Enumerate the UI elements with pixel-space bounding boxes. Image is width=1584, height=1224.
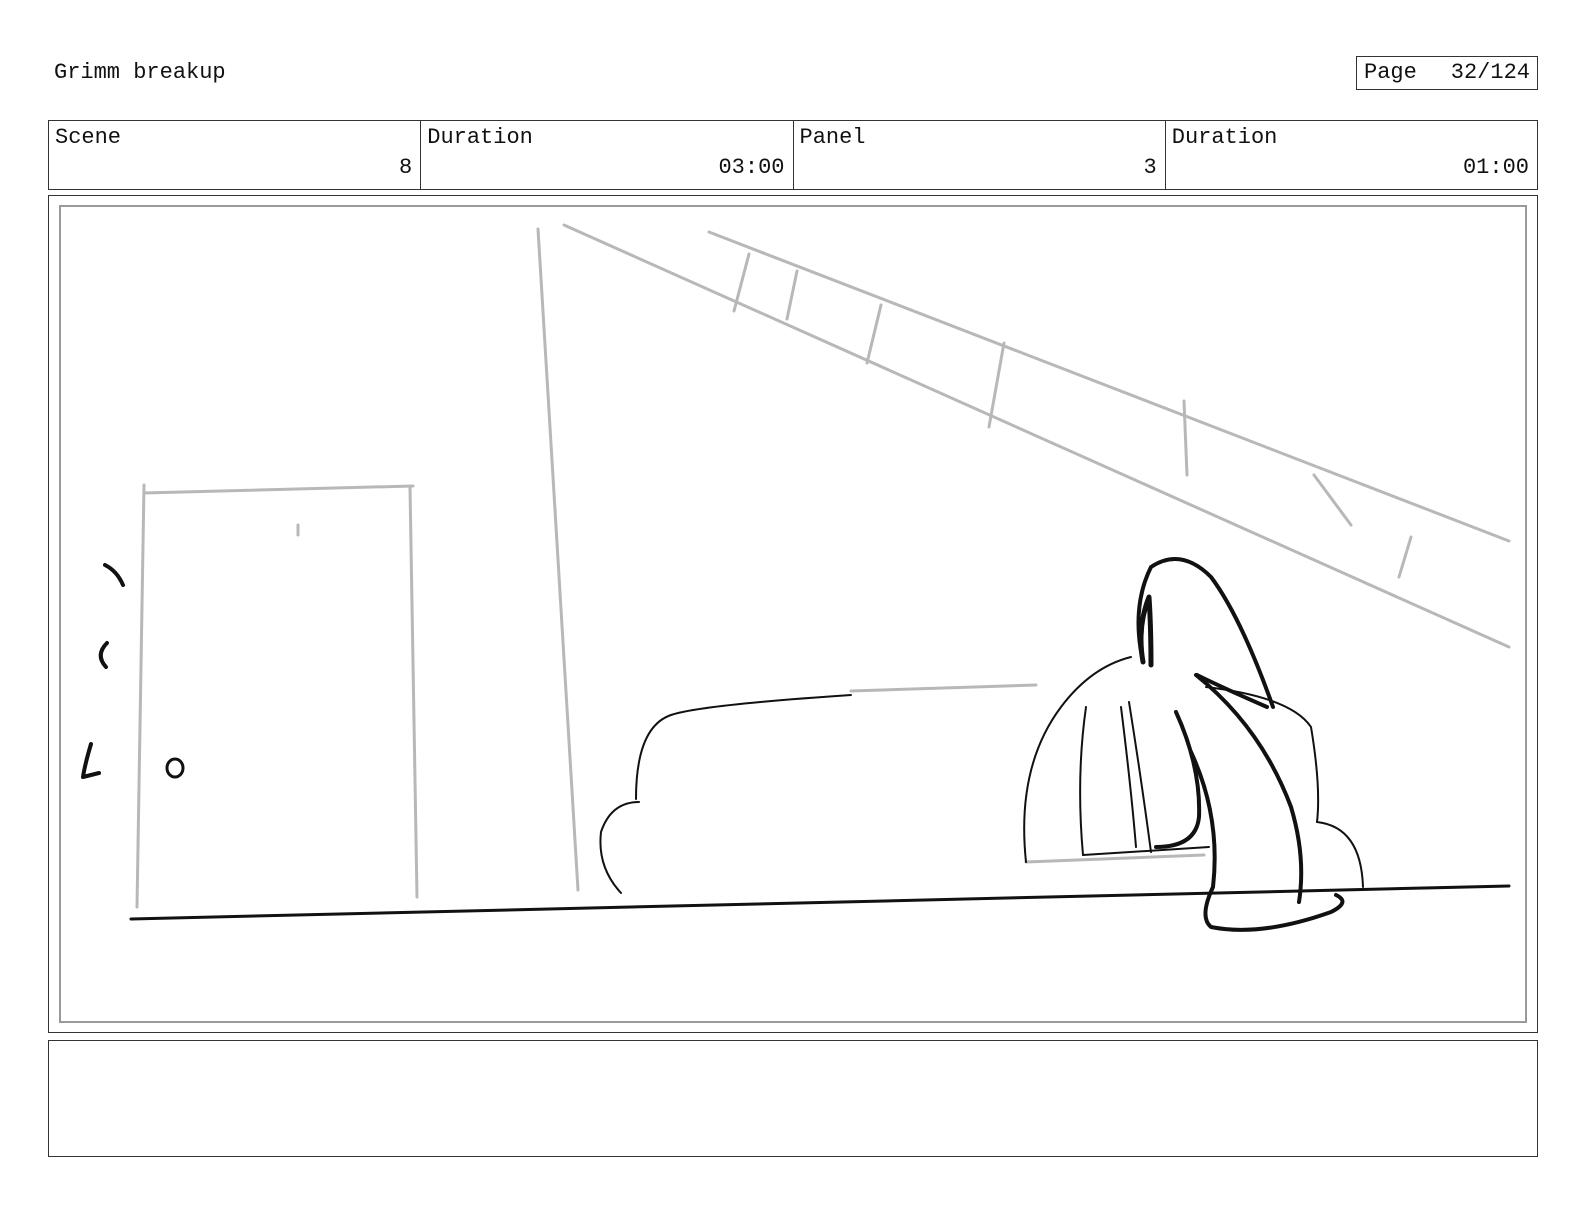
panel-duration-cell: Duration 01:00 [1166, 121, 1537, 189]
figure-hip [1195, 673, 1269, 709]
armchair-right-arm [1316, 821, 1364, 888]
figure-face-slit [1138, 594, 1154, 668]
door-hinge-mark-1 [103, 563, 125, 587]
panel-info-row: Scene 8 Duration 03:00 Panel 3 Duration … [48, 120, 1538, 190]
door-left-edge [135, 483, 146, 909]
page-indicator: Page 32/124 [1356, 56, 1538, 90]
couch-back-sketch [849, 683, 1038, 693]
notes-box[interactable] [48, 1040, 1538, 1157]
scene-label: Scene [55, 125, 122, 150]
storyboard-frame [48, 195, 1538, 1033]
stair-post-1 [732, 252, 751, 313]
panel-cell: Panel 3 [794, 121, 1166, 189]
stair-post-6 [1312, 473, 1353, 527]
project-title: Grimm breakup [54, 60, 226, 85]
door-hinge-mark-3 [81, 742, 101, 779]
stair-post-7 [1397, 535, 1413, 579]
background-sketch [135, 223, 1511, 909]
stair-rail-top [707, 230, 1511, 543]
panel-label: Panel [799, 125, 866, 150]
page-number: 32/124 [1450, 60, 1530, 85]
scene-cell: Scene 8 [49, 121, 422, 189]
door-top [142, 484, 415, 495]
couch-left-arm [599, 801, 640, 894]
armchair-right [1205, 686, 1320, 823]
storyboard-sketch [81, 223, 1511, 932]
figure-back [1194, 673, 1304, 904]
page-label: Page [1364, 60, 1417, 85]
stair-rail-bottom [562, 223, 1511, 649]
scene-value: 8 [399, 155, 413, 180]
character-ink [81, 557, 1511, 932]
stair-post-3 [865, 303, 883, 365]
cushion-front-2 [1128, 701, 1152, 853]
scene-duration-value: 03:00 [718, 155, 785, 180]
scene-duration-label: Duration [427, 125, 533, 150]
stair-post-2 [785, 269, 799, 321]
door-knob [165, 757, 185, 779]
armchair-outline [1023, 656, 1132, 863]
couch-back [635, 694, 852, 800]
scene-duration-cell: Duration 03:00 [421, 121, 794, 189]
panel-duration-value: 01:00 [1462, 155, 1529, 180]
wall-corner-line [536, 227, 580, 892]
storyboard-frame-inner [59, 205, 1527, 1023]
stair-post-4 [987, 341, 1006, 429]
seat-edge [1082, 846, 1210, 856]
figure-leg [1189, 750, 1345, 932]
panel-duration-label: Duration [1171, 125, 1278, 150]
stair-post-5 [1182, 399, 1189, 477]
cushion-sketch [1024, 853, 1206, 864]
door-right-edge [408, 485, 419, 899]
door-hinge-mark-2 [98, 641, 109, 669]
cushion-front-1 [1079, 706, 1087, 856]
figure-arm [1154, 710, 1202, 849]
panel-value: 3 [1143, 155, 1157, 180]
